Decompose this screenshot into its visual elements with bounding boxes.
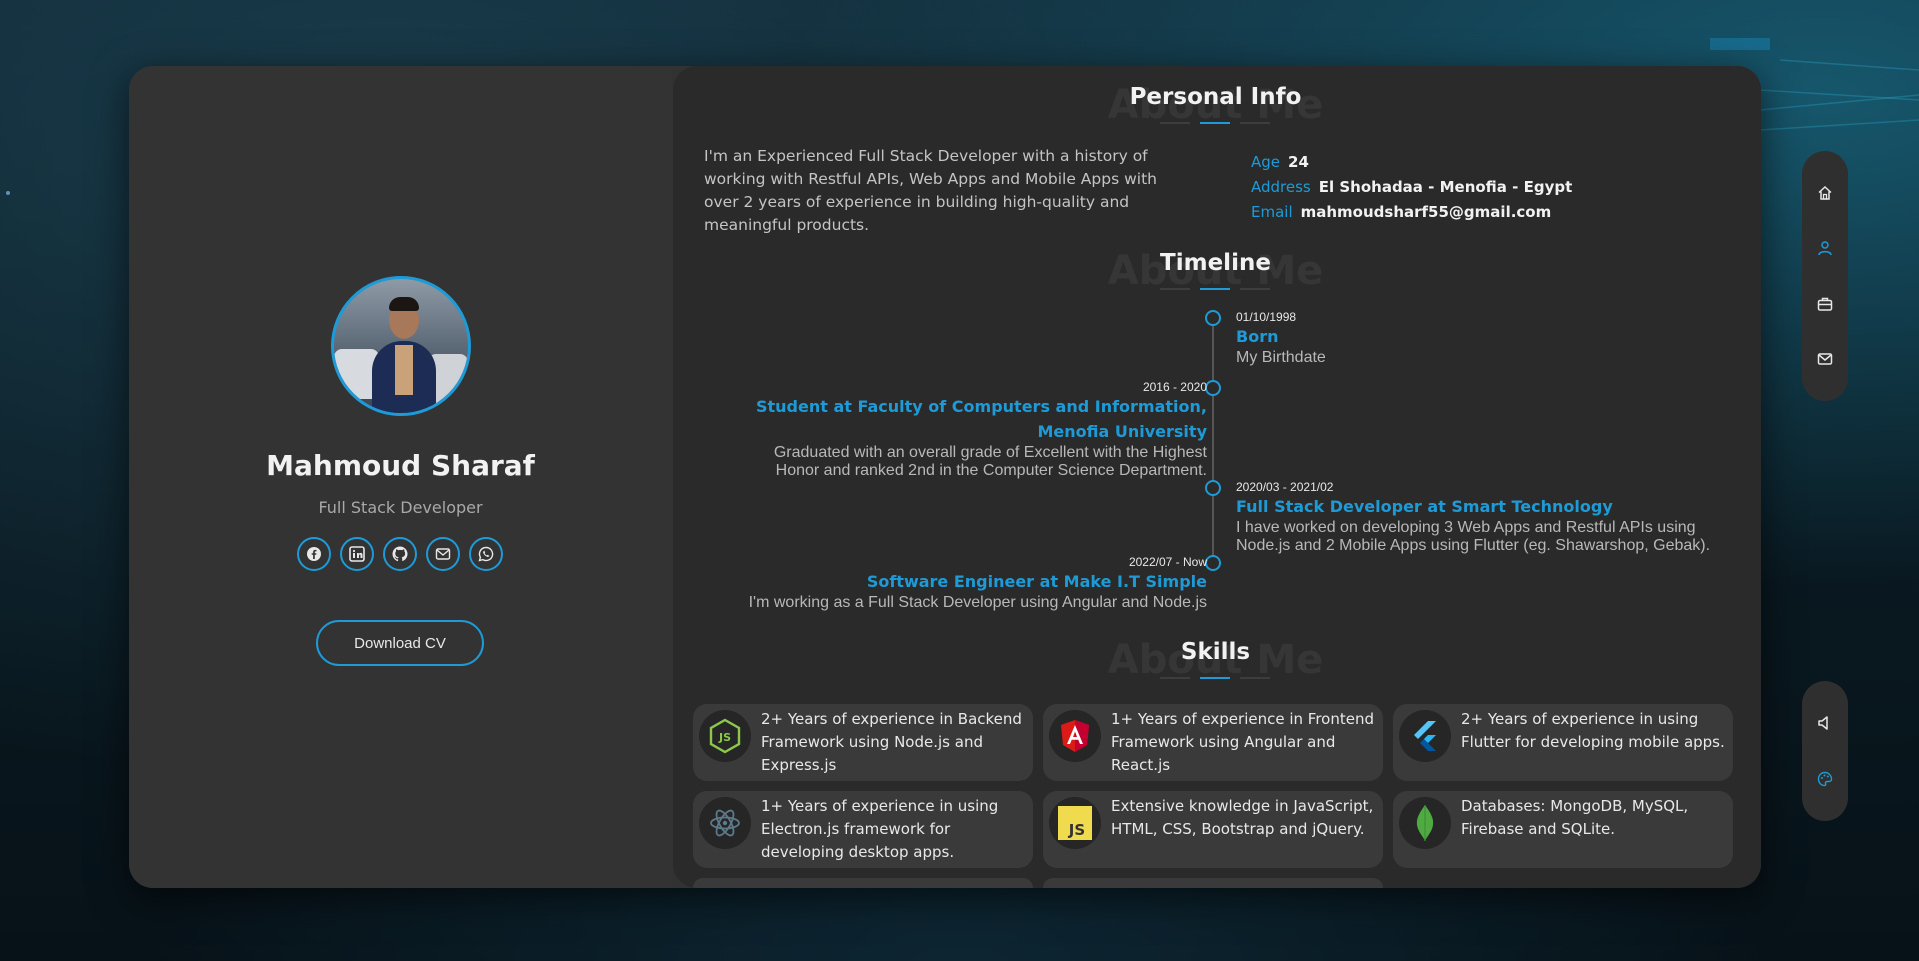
whatsapp-icon [478, 546, 494, 562]
user-icon [1818, 241, 1832, 256]
nav-home[interactable] [1810, 178, 1840, 208]
skill-text: Extensive knowledge in JavaScript, HTML,… [1111, 797, 1374, 838]
volume-icon [1818, 716, 1828, 730]
timeline-date: 2016 - 2020 [1142, 380, 1207, 394]
profile-role: Full Stack Developer [318, 498, 483, 517]
timeline-title: Student at Faculty of Computers and Info… [755, 397, 1207, 441]
email-row: Email mahmoudsharf55@gmail.com [1251, 200, 1572, 225]
skill-text: 1+ Years of experience in Frontend Frame… [1111, 710, 1374, 774]
personal-info-heading: About Me Personal Info [673, 82, 1758, 128]
home-icon [1818, 185, 1832, 200]
timeline-dot [1205, 480, 1221, 496]
svg-text:JS: JS [718, 731, 731, 744]
address-label: Address [1251, 178, 1311, 196]
skill-text: 2+ Years of experience in using Flutter … [1461, 710, 1725, 751]
email-value: mahmoudsharf55@gmail.com [1300, 203, 1552, 221]
side-navigation [1802, 151, 1848, 401]
mail-icon [1817, 353, 1833, 365]
profile-panel: Mahmoud Sharaf Full Stack Developer Down… [129, 66, 672, 888]
linkedin-link[interactable] [340, 537, 374, 571]
age-label: Age [1251, 153, 1281, 171]
timeline-desc: I have worked on developing 3 Web Apps a… [1236, 519, 1711, 554]
angular-icon [1049, 710, 1101, 762]
skill-card: Databases: MongoDB, MySQL, Firebase and … [1393, 791, 1733, 868]
facebook-icon [307, 547, 321, 561]
age-row: Age 24 [1251, 150, 1572, 175]
address-value: El Shohadaa - Menofia - Egypt [1318, 178, 1573, 196]
skills-heading: About Me Skills [673, 637, 1758, 683]
nav-about[interactable] [1810, 233, 1840, 263]
nav-contact[interactable] [1810, 344, 1840, 374]
electron-icon [699, 797, 751, 849]
download-cv-button[interactable]: Download CV [316, 620, 484, 666]
timeline-title: Full Stack Developer at Smart Technology [1236, 497, 1613, 516]
timeline-item: 2016 - 2020 Student at Faculty of Comput… [717, 380, 1207, 480]
section-title: Personal Info [1129, 84, 1302, 110]
timeline-item: 2022/07 - Now Software Engineer at Make … [717, 555, 1207, 612]
timeline-axis [1212, 318, 1214, 566]
main-card: Mahmoud Sharaf Full Stack Developer Down… [129, 66, 1761, 888]
skills-grid: JS 2+ Years of experience in Backend Fra… [693, 704, 1733, 888]
avatar [331, 276, 471, 416]
facebook-link[interactable] [297, 537, 331, 571]
social-links [297, 537, 503, 571]
theme-picker[interactable] [1810, 764, 1840, 794]
age-value: 24 [1288, 153, 1309, 171]
address-row: Address El Shohadaa - Menofia - Egypt [1251, 175, 1572, 200]
skill-text: 2+ Years of experience in Backend Framew… [761, 710, 1022, 774]
tools-panel [1802, 681, 1848, 821]
whatsapp-link[interactable] [469, 537, 503, 571]
skill-card [1043, 878, 1383, 888]
timeline-dot [1205, 310, 1221, 326]
timeline-title: Born [1236, 327, 1279, 346]
skill-text: Databases: MongoDB, MySQL, Firebase and … [1461, 797, 1689, 838]
github-link[interactable] [383, 537, 417, 571]
timeline-title: Software Engineer at Make I.T Simple [866, 572, 1207, 591]
info-list: Age 24 Address El Shohadaa - Menofia - Egy… [1251, 150, 1572, 225]
timeline-date: 2022/07 - Now [1128, 555, 1207, 569]
timeline-item: 01/10/1998 Born My Birthdate [1236, 310, 1716, 367]
email-label: Email [1251, 203, 1293, 221]
timeline-desc: Graduated with an overall grade of Excel… [773, 444, 1207, 479]
about-text: I'm an Experienced Full Stack Developer … [704, 147, 1157, 234]
palette-icon [1817, 771, 1833, 787]
about-panel: About Me Personal Info I'm an Experience… [673, 66, 1761, 888]
skill-card: 2+ Years of experience in using Flutter … [1393, 704, 1733, 781]
timeline-dot [1205, 380, 1221, 396]
svg-text:JS: JS [1068, 821, 1085, 839]
timeline-desc: My Birthdate [1236, 349, 1326, 366]
email-link[interactable] [426, 537, 460, 571]
skill-card: 1+ Years of experience in Frontend Frame… [1043, 704, 1383, 781]
title-underline [1160, 122, 1270, 124]
timeline-heading: About Me Timeline [673, 248, 1758, 294]
timeline-date: 2020/03 - 2021/02 [1236, 480, 1334, 494]
timeline-dot [1205, 555, 1221, 571]
briefcase-icon [1817, 297, 1833, 311]
timeline-date: 01/10/1998 [1236, 310, 1297, 324]
section-title: Skills [1180, 639, 1251, 665]
skill-text: 1+ Years of experience in using Electron… [761, 797, 999, 861]
skill-card [693, 878, 1033, 888]
flutter-icon [1399, 710, 1451, 762]
mail-icon [435, 548, 451, 560]
timeline-desc: I'm working as a Full Stack Developer us… [748, 594, 1207, 611]
skill-card: JS Extensive knowledge in JavaScript, HT… [1043, 791, 1383, 868]
javascript-icon: JS [1049, 797, 1101, 849]
title-underline [1160, 677, 1270, 679]
mongodb-icon [1399, 797, 1451, 849]
sound-toggle[interactable] [1810, 708, 1840, 738]
section-title: Timeline [1160, 250, 1271, 276]
nodejs-icon: JS [699, 710, 751, 762]
profile-name: Mahmoud Sharaf [266, 449, 535, 482]
nav-portfolio[interactable] [1810, 289, 1840, 319]
linkedin-icon [349, 546, 365, 562]
skill-card: JS 2+ Years of experience in Backend Fra… [693, 704, 1033, 781]
github-icon [392, 546, 408, 562]
title-underline [1160, 288, 1270, 290]
skill-card: 1+ Years of experience in using Electron… [693, 791, 1033, 868]
timeline-item: 2020/03 - 2021/02 Full Stack Developer a… [1236, 480, 1726, 555]
